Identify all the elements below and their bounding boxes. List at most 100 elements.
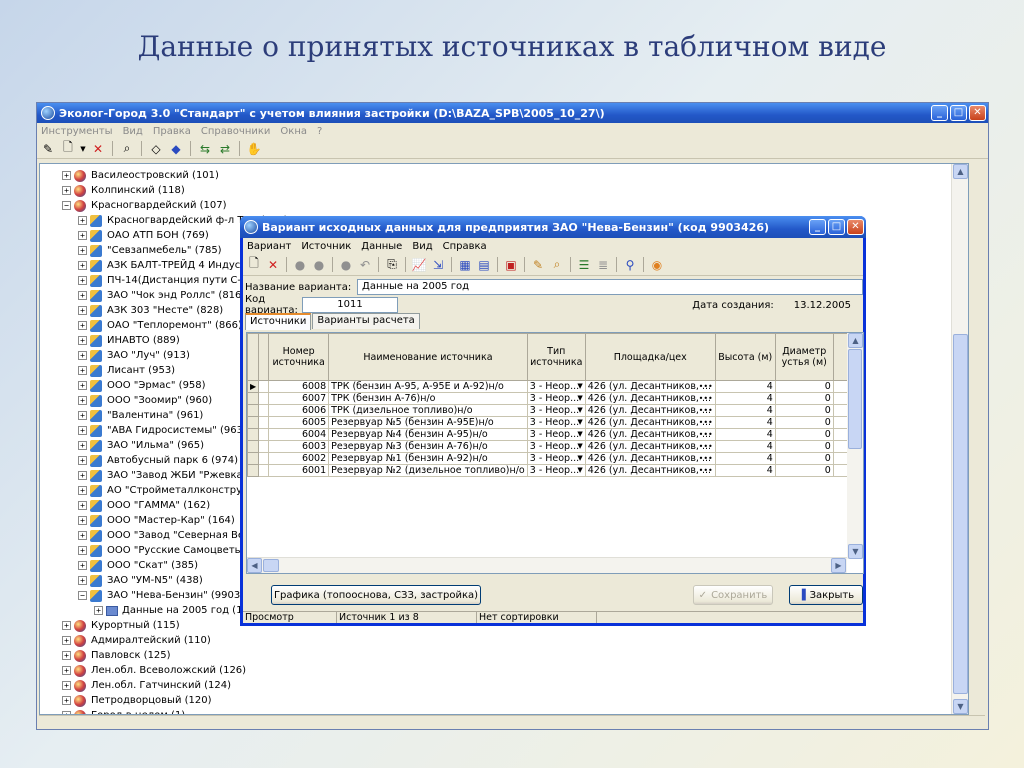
expander-icon[interactable]: + <box>78 336 87 345</box>
menu-item[interactable]: Окна <box>280 126 307 137</box>
dialog-menu-item[interactable]: Данные <box>361 241 402 252</box>
expander-icon[interactable]: + <box>62 636 71 645</box>
cell-height[interactable]: 4 <box>714 464 776 477</box>
tree-item[interactable]: + Павловск (125) <box>40 648 968 663</box>
expander-icon[interactable]: + <box>78 501 87 510</box>
column-header[interactable]: Номер источника <box>268 333 330 381</box>
copy-icon[interactable]: ⎘ <box>383 256 401 273</box>
table-row[interactable]: 6004 Резервуар №4 (бензин А-95)н/о ▼ 3 - Не… <box>247 428 852 441</box>
column-header[interactable]: Высота (м) <box>714 333 776 381</box>
scroll-down-icon[interactable]: ▼ <box>848 544 863 559</box>
cell-type[interactable]: ▼ 3 - Неор... <box>526 416 586 429</box>
cell-diam[interactable]: 0 <box>774 416 834 429</box>
grid-horizontal-scrollbar[interactable]: ◀ ▶ <box>247 557 847 573</box>
menu-item[interactable]: Правка <box>153 126 191 137</box>
grid-vertical-scrollbar[interactable]: ▲ ▼ <box>847 333 863 559</box>
table-row[interactable]: 6005 Резервуар №5 (бензин А-95Е)н/о ▼ 3 - Н… <box>247 416 852 429</box>
tree-scrollbar[interactable]: ▲ ▼ <box>951 164 968 714</box>
expander-icon[interactable]: − <box>62 201 71 210</box>
delete-icon[interactable]: ✕ <box>264 256 282 273</box>
cell-name[interactable]: Резервуар №5 (бензин А-95Е)н/о <box>328 416 528 429</box>
cell-height[interactable]: 4 <box>714 428 776 441</box>
column-header[interactable]: Наименование источника <box>328 333 528 381</box>
grid-hscroll-thumb[interactable] <box>263 559 279 572</box>
expander-icon[interactable]: + <box>78 576 87 585</box>
cell-height[interactable]: 4 <box>714 416 776 429</box>
cell-height[interactable]: 4 <box>714 380 776 393</box>
expander-icon[interactable]: + <box>78 471 87 480</box>
scroll-up-icon[interactable]: ▲ <box>953 164 968 179</box>
tree-item[interactable]: + Петродворцовый (120) <box>40 693 968 708</box>
dialog-menu-item[interactable]: Справка <box>443 241 487 252</box>
dialog-menu-item[interactable]: Вариант <box>247 241 291 252</box>
expander-icon[interactable]: + <box>62 681 71 690</box>
undo-icon[interactable]: ↶ <box>356 256 374 273</box>
dialog-minimize-button[interactable]: _ <box>809 219 826 235</box>
tree-item[interactable]: +Город в целом (1) <box>40 708 968 714</box>
close-dialog-button[interactable]: ▐ Закрыть <box>789 585 863 605</box>
row-indicator[interactable] <box>247 404 260 417</box>
cell-site[interactable]: ••• 426 (ул. Десантников, ... <box>584 404 716 417</box>
cell-diam[interactable]: 0 <box>774 404 834 417</box>
circle-icon[interactable]: ● <box>291 256 309 273</box>
grid-scroll-thumb[interactable] <box>848 349 862 449</box>
expander-icon[interactable]: + <box>78 411 87 420</box>
cell-height[interactable]: 4 <box>714 392 776 405</box>
variant-code-field[interactable]: 1011 <box>302 297 398 313</box>
tab-sources[interactable]: Источники <box>245 313 312 330</box>
find-icon[interactable]: ⌕ <box>548 256 566 273</box>
circle-icon[interactable]: ● <box>310 256 328 273</box>
cell-name[interactable]: Резервуар №1 (бензин А-92)н/о <box>328 452 528 465</box>
expander-icon[interactable]: + <box>62 171 71 180</box>
dialog-menu-item[interactable]: Вид <box>412 241 432 252</box>
hand-icon[interactable]: ✋ <box>245 140 263 157</box>
save-button[interactable]: ✓ Сохранить <box>693 585 773 605</box>
current-row-icon[interactable]: ▶ <box>247 380 260 393</box>
expander-icon[interactable]: + <box>78 456 87 465</box>
table-icon[interactable]: ▤ <box>475 256 493 273</box>
tree-item[interactable]: + Лен.обл. Гатчинский (124) <box>40 678 968 693</box>
cell-num[interactable]: 6008 <box>268 380 330 393</box>
graphics-button[interactable]: Графика (топооснова, СЗЗ, застройка) <box>271 585 481 605</box>
table-row[interactable]: 6001 Резервуар №2 (дизельное топливо)н/о ▼… <box>247 464 852 477</box>
expander-icon[interactable]: + <box>78 216 87 225</box>
menu-item[interactable]: ? <box>317 126 322 137</box>
map-icon[interactable]: ▣ <box>502 256 520 273</box>
close-button[interactable]: ✕ <box>969 105 986 121</box>
expander-icon[interactable]: + <box>78 276 87 285</box>
copy-right-icon[interactable]: ⇄ <box>216 140 234 157</box>
menu-item[interactable]: Вид <box>123 126 143 137</box>
expander-icon[interactable]: + <box>78 366 87 375</box>
list-icon[interactable]: ☰ <box>575 256 593 273</box>
new-document-icon[interactable]: 🗋 <box>59 140 77 157</box>
cell-name[interactable]: Резервуар №4 (бензин А-95)н/о <box>328 428 528 441</box>
expander-icon[interactable]: + <box>78 396 87 405</box>
link-icon[interactable]: ◇ <box>147 140 165 157</box>
run-icon[interactable]: ◉ <box>648 256 666 273</box>
tree-item[interactable]: + Лен.обл. Всеволожский (126) <box>40 663 968 678</box>
table-row[interactable]: 6006 ТРК (дизельное топливо)н/о ▼ 3 - Неор.… <box>247 404 852 417</box>
chart-icon[interactable]: 📈 <box>410 256 428 273</box>
copy-left-icon[interactable]: ⇆ <box>196 140 214 157</box>
cell-num[interactable]: 6001 <box>268 464 330 477</box>
find-icon[interactable]: ⌕ <box>118 140 136 157</box>
circle-icon[interactable]: ● <box>337 256 355 273</box>
column-header[interactable]: Площадка/цех <box>584 333 716 381</box>
expander-icon[interactable]: + <box>78 426 87 435</box>
export-icon[interactable]: ⇲ <box>429 256 447 273</box>
tree-item[interactable]: + Василеостровский (101) <box>40 168 968 183</box>
menu-item[interactable]: Инструменты <box>41 126 113 137</box>
cell-type[interactable]: ▼ 3 - Неор... <box>526 440 586 453</box>
dialog-close-button[interactable]: ✕ <box>847 219 864 235</box>
cell-name[interactable]: ТРК (бензин А-95, А-95Е и А-92)н/о <box>328 380 528 393</box>
main-titlebar[interactable]: Эколог-Город 3.0 "Стандарт" с учетом вли… <box>37 103 988 123</box>
expander-icon[interactable]: + <box>78 516 87 525</box>
cell-site[interactable]: ••• 426 (ул. Десантников, ... <box>584 440 716 453</box>
table-row[interactable]: ▶ 6008 ТРК (бензин А-95, А-95Е и А-92)н/о ▼… <box>247 380 852 393</box>
table-row[interactable]: 6003 Резервуар №3 (бензин А-76)н/о ▼ 3 - Не… <box>247 440 852 453</box>
dialog-titlebar[interactable]: Вариант исходных данных для предприятия … <box>240 216 866 238</box>
column-header[interactable]: Диаметр устья (м) <box>774 333 834 381</box>
expander-icon[interactable]: + <box>62 666 71 675</box>
cell-diam[interactable]: 0 <box>774 464 834 477</box>
row-indicator[interactable] <box>247 416 260 429</box>
